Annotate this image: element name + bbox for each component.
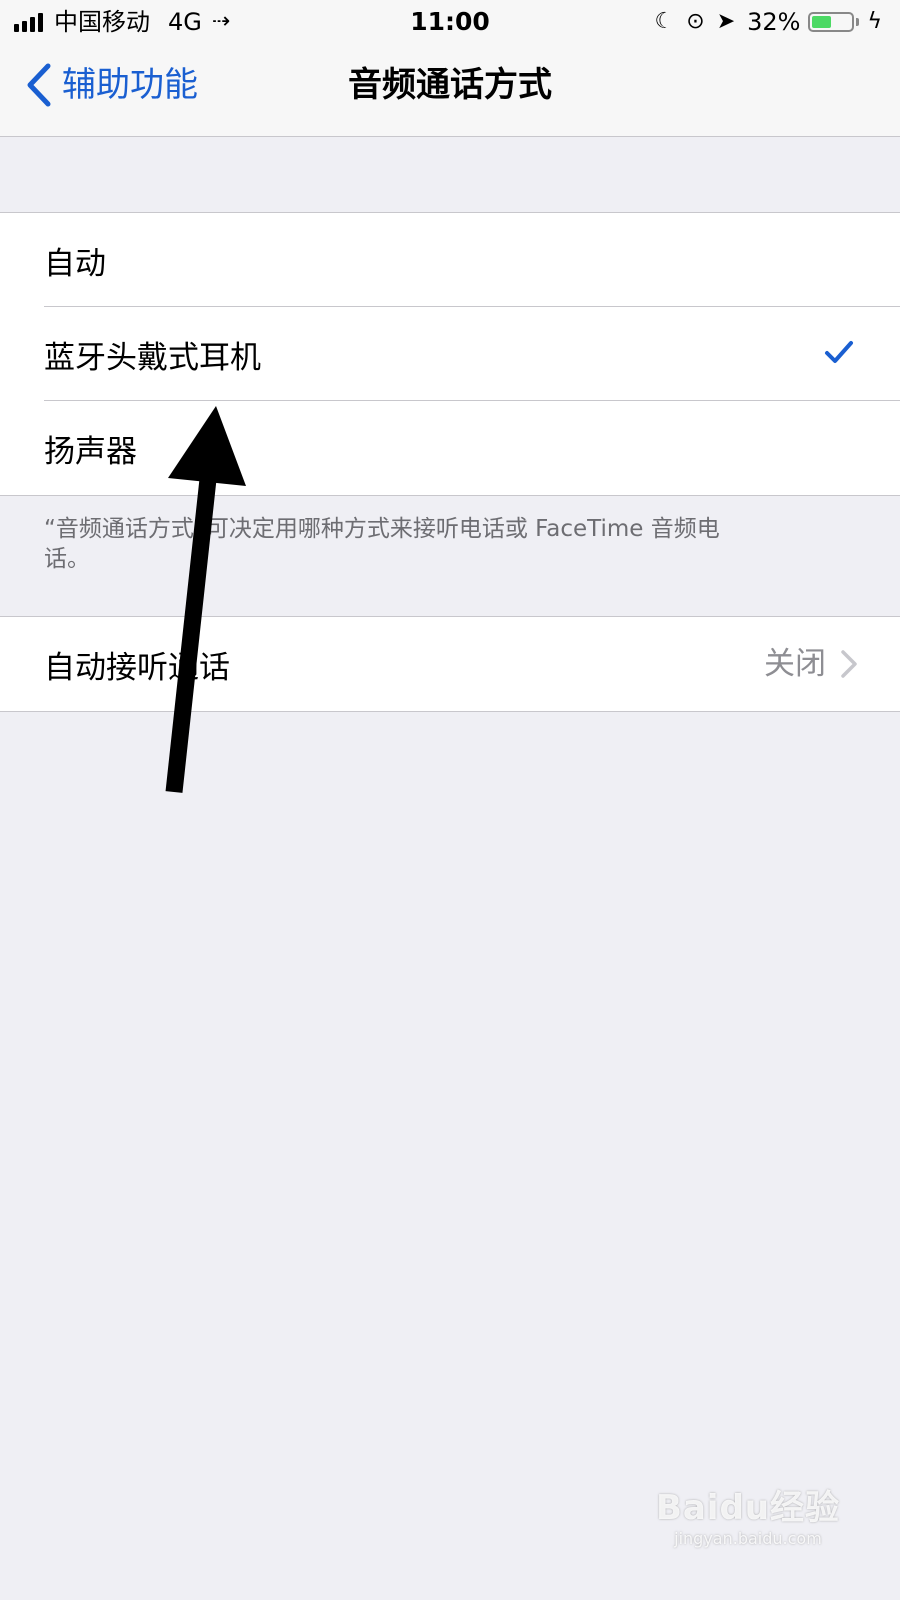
watermark-url: jingyan.baidu.com [674,1529,822,1548]
annotation-arrow [165,406,246,793]
watermark: Baidu经验 jingyan.baidu.com [656,1480,840,1548]
watermark-logo: Baidu经验 [655,1488,840,1528]
